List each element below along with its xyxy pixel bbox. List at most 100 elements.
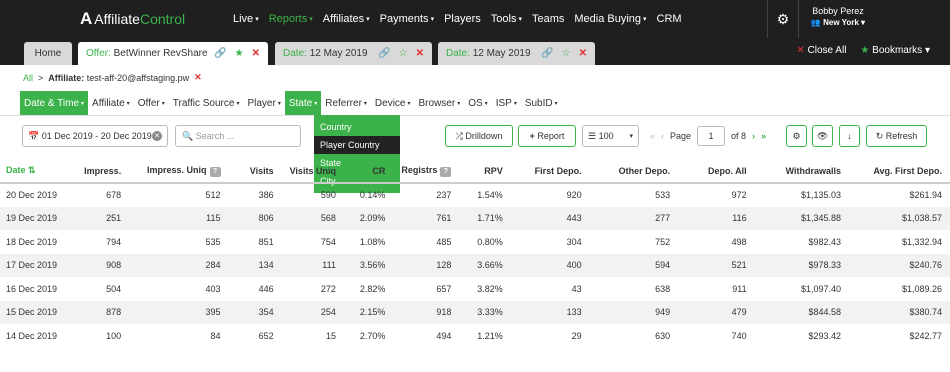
settings-gear-icon[interactable]: ⚙ — [767, 0, 799, 38]
date-range-picker[interactable]: 📅 01 Dec 2019 - 20 Dec 2019 ✕ — [22, 125, 168, 147]
tab-home[interactable]: Home — [24, 42, 72, 65]
table-cell: 446 — [258, 283, 274, 294]
column-header[interactable]: Impress. Uniq? — [129, 159, 229, 184]
logo-icon: A — [80, 9, 93, 28]
column-header[interactable]: CR — [343, 159, 394, 184]
tab-date-2[interactable]: Date: 12 May 2019 🔗 ☆ ✕ — [438, 42, 595, 65]
table-cell: 1.21% — [477, 330, 503, 341]
download-icon[interactable]: ↓ — [839, 125, 860, 147]
nav-item-media-buying[interactable]: Media Buying ▾ — [574, 13, 646, 25]
nav-item-affiliates[interactable]: Affiliates ▾ — [323, 13, 370, 25]
table-cell: 18 Dec 2019 — [6, 236, 58, 247]
breadcrumb-all[interactable]: All — [23, 73, 33, 83]
table-row[interactable]: 15 Dec 2019 878 395 354 254 2.15% 918 3.33% 133 9… — [0, 300, 950, 324]
star-outline-icon[interactable]: ☆ — [399, 48, 408, 59]
table-row[interactable]: 17 Dec 2019 908 284 134 111 3.56% 128 3.66% 400 5… — [0, 253, 950, 277]
group-by-device[interactable]: Device ▾ — [371, 91, 415, 115]
nav-item-players[interactable]: Players — [444, 13, 481, 25]
close-icon[interactable]: ✕ — [252, 48, 260, 59]
sort-icon[interactable]: ⇅ — [26, 165, 36, 175]
table-row[interactable]: 16 Dec 2019 504 403 446 272 2.82% 657 3.82% 43 63… — [0, 277, 950, 301]
nav-item-label: Payments — [379, 13, 429, 25]
table-row[interactable]: 20 Dec 2019 678 512 386 590 0.14% 237 1.54% 920 5… — [0, 183, 950, 207]
star-icon[interactable]: ★ — [235, 48, 244, 59]
prev-page-icon[interactable]: ‹ — [661, 131, 664, 141]
column-header[interactable]: Registrs? — [393, 159, 460, 184]
user-menu[interactable]: Bobby Perez 👥 New York ▾ — [808, 6, 868, 27]
nav-item-payments[interactable]: Payments ▾ — [380, 13, 434, 25]
table-cell: 752 — [655, 236, 671, 247]
nav-item-tools[interactable]: Tools ▾ — [491, 13, 522, 25]
column-header[interactable]: Date ⇅ — [0, 159, 68, 184]
search-input[interactable]: 🔍 Search ... — [175, 125, 301, 147]
eye-icon[interactable]: 👁 — [812, 125, 833, 147]
group-by-traffic-source[interactable]: Traffic Source ▾ — [169, 91, 244, 115]
help-icon[interactable]: ? — [440, 166, 452, 177]
column-header[interactable]: First Depo. — [510, 159, 590, 184]
table-cell: 908 — [106, 260, 122, 271]
group-by-browser[interactable]: Browser ▾ — [415, 91, 465, 115]
link-icon[interactable]: 🔗 — [541, 48, 553, 59]
page-input[interactable]: 1 — [697, 126, 726, 146]
nav-item-reports[interactable]: Reports ▾ — [269, 13, 313, 25]
shuffle-icon: ⤮ — [455, 130, 466, 141]
tab-date-value: 12 May 2019 — [472, 48, 531, 59]
next-page-icon[interactable]: › — [752, 131, 755, 141]
table-cell: 504 — [106, 283, 122, 294]
group-by-date-time[interactable]: Date & Time ▾ — [20, 91, 89, 115]
group-by-os[interactable]: OS ▾ — [464, 91, 491, 115]
brand-logo[interactable]: A Affiliate Control — [80, 9, 220, 29]
close-icon[interactable]: ✕ — [579, 48, 587, 59]
column-header[interactable]: Avg. First Depo. — [849, 159, 950, 184]
column-header[interactable]: Impress. — [67, 159, 130, 184]
column-header[interactable]: Visits — [228, 159, 282, 184]
link-icon[interactable]: 🔗 — [214, 48, 226, 59]
group-by-offer[interactable]: Offer ▾ — [134, 91, 169, 115]
table-cell: 251 — [106, 213, 122, 224]
tab-offer[interactable]: Offer: BetWinner RevShare 🔗 ★ ✕ — [78, 42, 268, 65]
drilldown-button[interactable]: ⤮ Drilldown — [445, 125, 513, 147]
report-table: Date ⇅ Impress. Impress. Uniq? Visits Visits… — [0, 159, 950, 348]
group-by-affiliate[interactable]: Affiliate ▾ — [88, 91, 134, 115]
nav-item-label: CRM — [656, 13, 682, 25]
refresh-button[interactable]: ↻ Refresh — [866, 125, 927, 147]
nav-item-crm[interactable]: CRM — [657, 13, 682, 25]
column-header[interactable]: Other Depo. — [589, 159, 679, 184]
help-icon[interactable]: ? — [209, 166, 221, 177]
table-cell: 133 — [566, 307, 582, 318]
nav-item-teams[interactable]: Teams — [532, 13, 564, 25]
tab-date-1[interactable]: Date: 12 May 2019 🔗 ☆ ✕ — [275, 42, 432, 65]
close-all-button[interactable]: ✕ Close All — [796, 45, 846, 56]
table-row[interactable]: 19 Dec 2019 251 115 806 568 2.09% 761 1.71% 443 2… — [0, 206, 950, 230]
table-cell: 878 — [106, 307, 122, 318]
last-page-icon[interactable]: » — [761, 131, 766, 141]
close-icon[interactable]: ✕ — [416, 48, 424, 59]
table-row[interactable]: 14 Dec 2019 100 84 652 15 2.70% 494 1.21% 29 630 7… — [0, 324, 950, 348]
clear-icon[interactable]: ✕ — [152, 131, 162, 141]
column-header[interactable]: Depo. All — [678, 159, 755, 184]
remove-filter-icon[interactable]: ✕ — [194, 72, 202, 83]
table-row[interactable]: 18 Dec 2019 794 535 851 754 1.08% 485 0.80% 304 7… — [0, 230, 950, 254]
table-cell: 761 — [436, 213, 452, 224]
group-by-referrer[interactable]: Referrer ▾ — [321, 91, 371, 115]
column-header[interactable]: Visits Uniq — [281, 159, 344, 184]
group-by-state[interactable]: State ▾ — [284, 91, 322, 115]
group-by-isp[interactable]: ISP ▾ — [492, 91, 521, 115]
chevron-down-icon: ▾ — [126, 100, 130, 107]
star-outline-icon[interactable]: ☆ — [562, 48, 571, 59]
per-page-select[interactable]: ☰ 100 ▾ — [582, 125, 639, 147]
nav-item-live[interactable]: Live ▾ — [233, 13, 259, 25]
brand-name-part2: Control — [139, 11, 186, 27]
group-by-subid[interactable]: SubID ▾ — [521, 91, 562, 115]
column-header[interactable]: Withdrawalls — [754, 159, 850, 184]
table-cell: 851 — [258, 236, 274, 247]
report-button[interactable]: + Report — [518, 125, 576, 147]
tab-date-prefix: Date: — [446, 48, 470, 59]
bookmarks-button[interactable]: ★ Bookmarks ▾ — [860, 45, 930, 56]
group-by-player[interactable]: Player ▾ — [243, 91, 284, 115]
column-header[interactable]: RPV — [459, 159, 511, 184]
table-cell: 806 — [258, 213, 274, 224]
link-icon[interactable]: 🔗 — [378, 48, 390, 59]
first-page-icon[interactable]: « — [650, 131, 655, 141]
settings-icon[interactable]: ⚙ — [786, 125, 807, 147]
